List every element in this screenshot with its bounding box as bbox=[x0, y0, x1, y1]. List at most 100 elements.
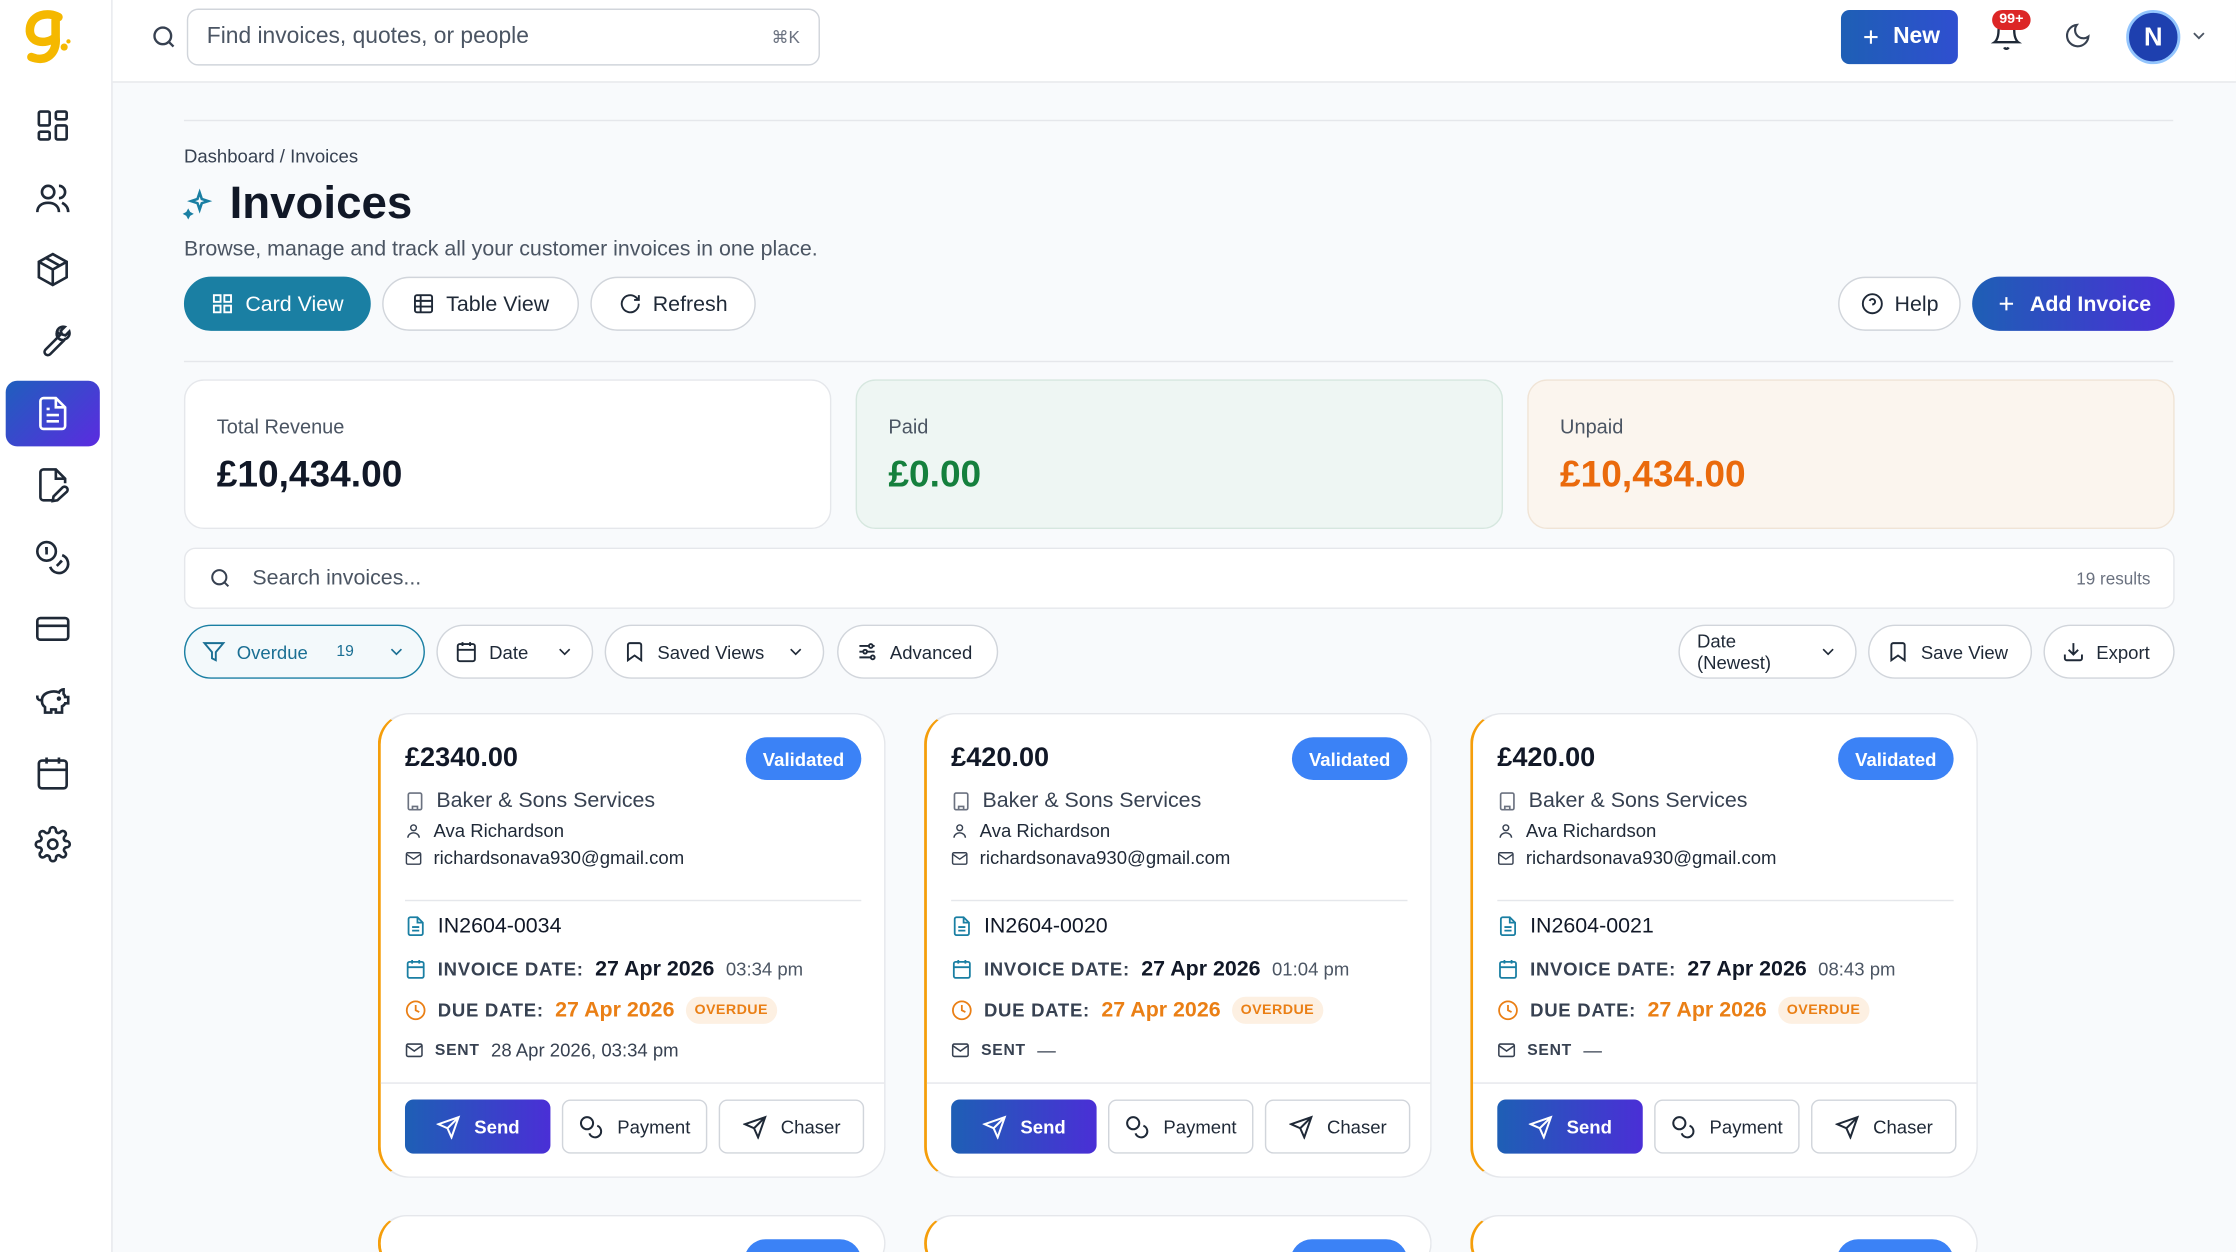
divider bbox=[380, 1082, 885, 1084]
sidebar-item-dashboard[interactable] bbox=[6, 93, 100, 159]
table-view-button[interactable]: Table View bbox=[382, 276, 579, 331]
invoice-card[interactable] bbox=[924, 1214, 1432, 1252]
send-button[interactable]: Send bbox=[404, 1099, 551, 1154]
contact-row: Ava Richardson bbox=[951, 820, 1110, 841]
chevron-down-icon[interactable] bbox=[2189, 26, 2209, 46]
mail-icon bbox=[405, 849, 422, 866]
moon-icon[interactable] bbox=[2063, 21, 2092, 50]
invoice-search-input[interactable]: Search invoices... 19 results bbox=[183, 547, 2175, 609]
company-row: Baker & Sons Services bbox=[951, 789, 1201, 813]
document-icon bbox=[405, 915, 426, 936]
sent-row: SENT — bbox=[951, 1040, 1056, 1061]
search-icon bbox=[208, 566, 232, 590]
chaser-button[interactable]: Chaser bbox=[1264, 1099, 1411, 1154]
settings-icon bbox=[34, 825, 71, 863]
status-badge bbox=[1836, 1239, 1954, 1252]
users-icon bbox=[34, 180, 71, 217]
divider bbox=[926, 1082, 1431, 1084]
credit-card-icon bbox=[34, 610, 71, 647]
coins-icon bbox=[579, 1114, 603, 1138]
help-label: Help bbox=[1894, 291, 1939, 316]
invoice-number: IN2604-0021 bbox=[1530, 914, 1654, 939]
send-button[interactable]: Send bbox=[1497, 1099, 1643, 1154]
sidebar-item-quotes[interactable] bbox=[6, 452, 100, 518]
invoice-card[interactable]: £2340.00 Validated Baker & Sons Services… bbox=[377, 713, 886, 1178]
chaser-button[interactable]: Chaser bbox=[718, 1099, 865, 1154]
help-button[interactable]: Help bbox=[1838, 276, 1961, 331]
card-view-label: Card View bbox=[245, 291, 344, 316]
sidebar bbox=[0, 0, 113, 1252]
invoice-card[interactable] bbox=[377, 1214, 886, 1252]
contact-name: Ava Richardson bbox=[433, 819, 565, 842]
sent-row: SENT — bbox=[1497, 1040, 1602, 1061]
refresh-button[interactable]: Refresh bbox=[590, 276, 756, 331]
add-invoice-label: Add Invoice bbox=[2029, 291, 2152, 316]
global-search-input[interactable]: Find invoices, quotes, or people ⌘K bbox=[186, 8, 820, 66]
new-button[interactable]: New bbox=[1840, 9, 1958, 65]
date-filter[interactable]: Date bbox=[436, 624, 594, 679]
sidebar-item-invoices[interactable] bbox=[5, 380, 100, 447]
add-invoice-button[interactable]: Add Invoice bbox=[1972, 276, 2175, 331]
contact-email: richardsonava930@gmail.com bbox=[433, 847, 685, 869]
page-title: Invoices bbox=[229, 176, 413, 229]
payment-label: Payment bbox=[1163, 1115, 1237, 1138]
coins-icon bbox=[1671, 1114, 1695, 1138]
sidebar-item-services[interactable] bbox=[6, 308, 100, 374]
sort-select[interactable]: Date (Newest) bbox=[1678, 624, 1857, 679]
overdue-filter[interactable]: Overdue 19 bbox=[183, 624, 425, 679]
invoice-card[interactable]: £420.00 Validated Baker & Sons Services … bbox=[1470, 713, 1978, 1178]
sent-label: SENT bbox=[434, 1041, 480, 1059]
unpaid-value: £10,434.00 bbox=[1560, 452, 1746, 495]
send-button[interactable]: Send bbox=[951, 1099, 1097, 1154]
export-button[interactable]: Export bbox=[2043, 624, 2175, 679]
sidebar-item-billing[interactable] bbox=[6, 596, 100, 662]
avatar[interactable]: N bbox=[2126, 9, 2181, 65]
sidebar-item-settings[interactable] bbox=[6, 811, 100, 877]
invoice-date-row: INVOICE DATE: 27 Apr 2026 03:34 pm bbox=[405, 957, 803, 981]
sort-select-value: Date (Newest) bbox=[1696, 630, 1772, 674]
sent-label: SENT bbox=[981, 1041, 1026, 1059]
user-icon bbox=[1497, 822, 1514, 839]
sent-value: 28 Apr 2026, 03:34 pm bbox=[491, 1039, 679, 1061]
divider bbox=[951, 899, 1408, 902]
send-icon bbox=[1834, 1114, 1859, 1139]
payment-button[interactable]: Payment bbox=[1654, 1099, 1800, 1154]
send-icon bbox=[1528, 1114, 1552, 1139]
invoice-card[interactable]: £420.00 Validated Baker & Sons Services … bbox=[924, 713, 1432, 1178]
sidebar-item-customers[interactable] bbox=[6, 165, 100, 231]
app-root: Find invoices, quotes, or people ⌘K New … bbox=[0, 0, 2236, 1252]
due-date-row: DUE DATE: 27 Apr 2026 OVERDUE bbox=[951, 996, 1323, 1024]
app-logo[interactable] bbox=[20, 9, 71, 69]
help-icon bbox=[1860, 292, 1883, 315]
search-icon bbox=[150, 23, 179, 52]
total-revenue-value: £10,434.00 bbox=[216, 452, 403, 495]
unpaid-card: Unpaid £10,434.00 bbox=[1527, 379, 2175, 530]
mail-icon bbox=[405, 1041, 424, 1060]
chaser-label: Chaser bbox=[780, 1115, 841, 1138]
invoice-card[interactable] bbox=[1470, 1214, 1978, 1252]
clock-icon bbox=[1497, 1000, 1518, 1021]
email-row: richardsonava930@gmail.com bbox=[405, 847, 684, 868]
chaser-button[interactable]: Chaser bbox=[1811, 1099, 1957, 1154]
company-name: Baker & Sons Services bbox=[982, 788, 1202, 813]
sidebar-item-savings[interactable] bbox=[6, 667, 100, 733]
filter-icon bbox=[202, 640, 226, 663]
advanced-filter[interactable]: Advanced bbox=[837, 624, 999, 679]
sidebar-item-payments[interactable] bbox=[6, 525, 100, 591]
save-view-button[interactable]: Save View bbox=[1868, 624, 2033, 679]
company-row: Baker & Sons Services bbox=[1497, 789, 1747, 813]
card-view-button[interactable]: Card View bbox=[183, 276, 371, 331]
payment-button[interactable]: Payment bbox=[561, 1099, 708, 1154]
paid-value: £0.00 bbox=[888, 452, 982, 495]
payment-label: Payment bbox=[1709, 1115, 1783, 1138]
sidebar-item-calendar[interactable] bbox=[6, 740, 100, 806]
saved-views-filter[interactable]: Saved Views bbox=[604, 624, 825, 679]
payment-button[interactable]: Payment bbox=[1108, 1099, 1254, 1154]
sent-value: — bbox=[1583, 1039, 1602, 1061]
sidebar-item-products[interactable] bbox=[6, 237, 100, 303]
paid-card: Paid £0.00 bbox=[855, 379, 1504, 530]
refresh-label: Refresh bbox=[652, 291, 728, 316]
due-date-value: 27 Apr 2026 bbox=[555, 998, 675, 1023]
calendar-icon bbox=[34, 754, 71, 791]
building-icon bbox=[951, 791, 971, 811]
